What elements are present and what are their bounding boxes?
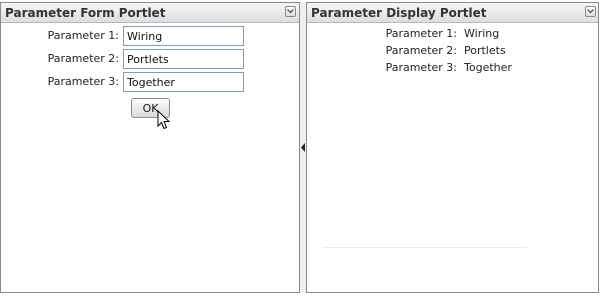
display-parameter-1-label: Parameter 1: <box>385 27 457 40</box>
divider <box>323 247 527 248</box>
form-portlet-title: Parameter Form Portlet <box>5 6 166 20</box>
parameter-3-label: Parameter 3: <box>47 75 119 88</box>
collapse-left-arrow-icon[interactable] <box>301 143 305 152</box>
display-parameter-3-label: Parameter 3: <box>385 61 457 74</box>
display-parameter-1-value: Wiring <box>464 27 500 40</box>
display-portlet-titlebar: Parameter Display Portlet <box>307 3 598 23</box>
display-portlet-menu-button[interactable] <box>585 6 596 17</box>
chevron-down-icon <box>287 9 294 14</box>
display-parameter-2-label: Parameter 2: <box>385 44 457 57</box>
form-portlet-menu-button[interactable] <box>285 6 296 17</box>
display-parameter-3-value: Together <box>464 61 512 74</box>
display-row-parameter-3: Parameter 3: Together <box>307 61 600 77</box>
form-row-parameter-1: Parameter 1: <box>1 26 301 46</box>
parameter-1-input[interactable] <box>123 26 244 46</box>
display-parameter-2-value: Portlets <box>464 44 506 57</box>
display-row-parameter-1: Parameter 1: Wiring <box>307 27 600 43</box>
chevron-down-icon <box>587 9 594 14</box>
parameter-3-input[interactable] <box>123 72 244 92</box>
parameter-1-label: Parameter 1: <box>47 29 119 42</box>
display-row-parameter-2: Parameter 2: Portlets <box>307 44 600 60</box>
parameter-display-portlet: Parameter Display Portlet Parameter 1: W… <box>306 2 599 293</box>
parameter-2-label: Parameter 2: <box>47 52 119 65</box>
mouse-pointer-icon <box>157 110 170 130</box>
form-portlet-titlebar: Parameter Form Portlet <box>1 3 299 23</box>
form-row-parameter-2: Parameter 2: <box>1 49 301 69</box>
form-row-parameter-3: Parameter 3: <box>1 72 301 92</box>
parameter-form-portlet: Parameter Form Portlet Parameter 1: Para… <box>0 2 300 293</box>
parameter-2-input[interactable] <box>123 49 244 69</box>
page: Parameter Form Portlet Parameter 1: Para… <box>0 0 600 296</box>
display-portlet-title: Parameter Display Portlet <box>311 6 487 20</box>
